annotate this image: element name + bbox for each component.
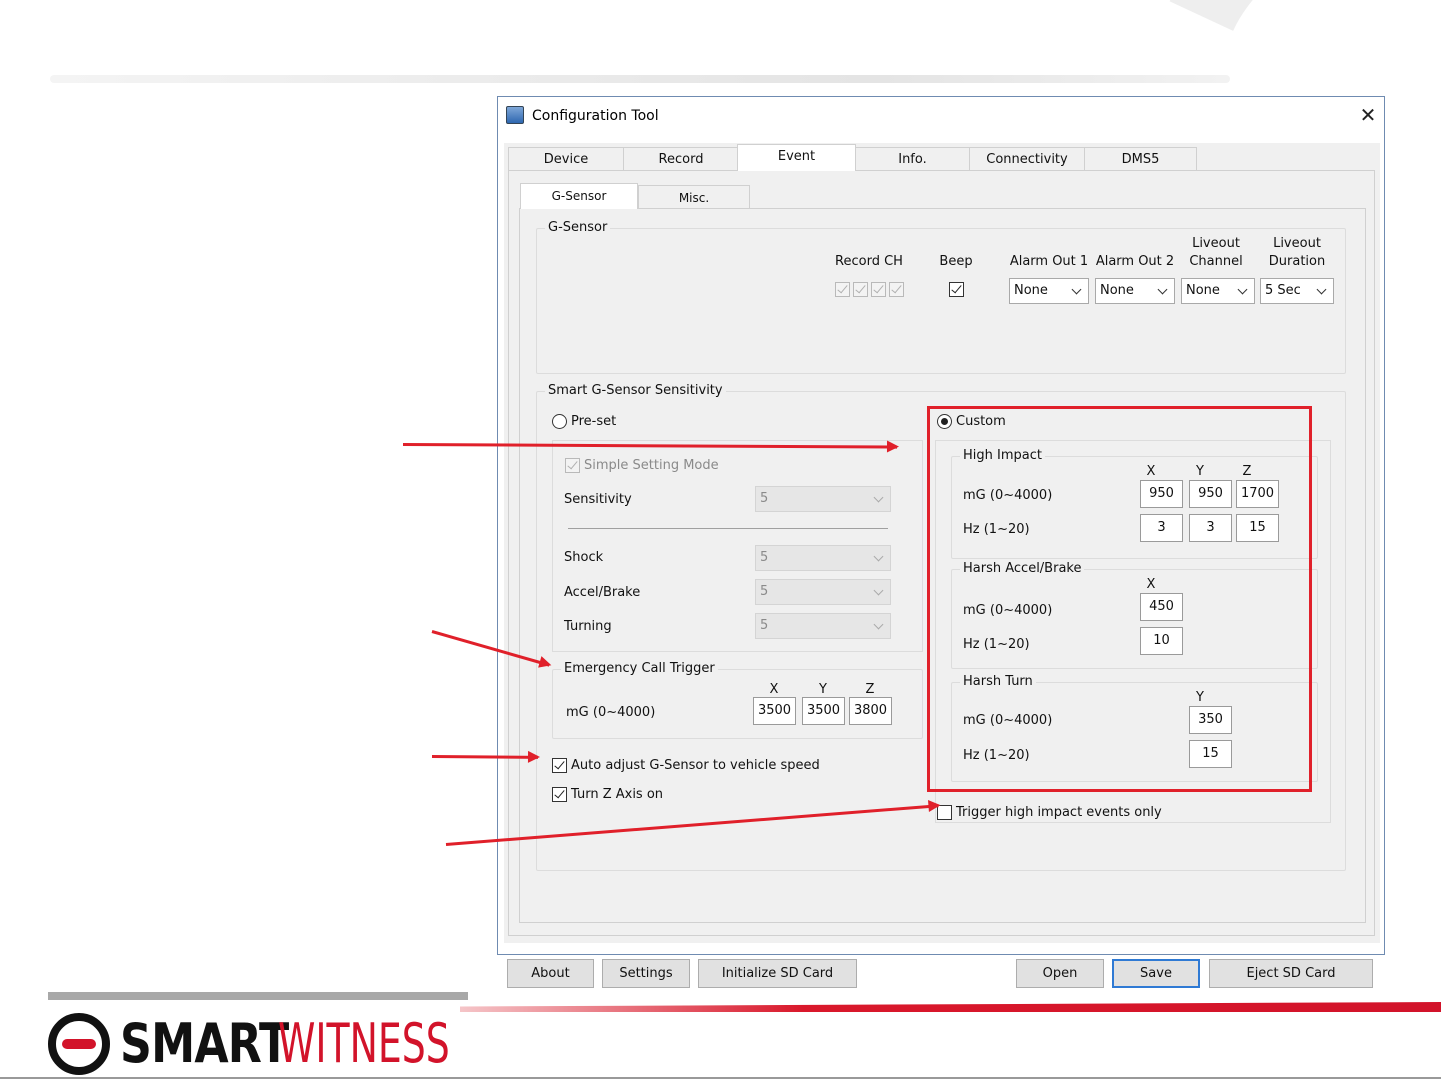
accel-brake-select[interactable]: 5 [755, 579, 891, 605]
subtab-gsensor[interactable]: G-Sensor [520, 183, 638, 209]
emergency-z-input[interactable]: 3800 [849, 697, 892, 725]
chevron-down-icon [872, 580, 886, 604]
accel-brake-value: 5 [760, 584, 769, 599]
tab-event[interactable]: Event [737, 144, 856, 171]
chevron-down-icon [1236, 279, 1250, 303]
alarm-out2-select[interactable]: None [1095, 278, 1175, 304]
sensitivity-value: 5 [760, 491, 769, 506]
auto-adjust-checkbox[interactable] [552, 758, 567, 773]
shock-value: 5 [760, 550, 769, 565]
chevron-down-icon [872, 487, 886, 511]
record-ch4-checkbox[interactable] [889, 282, 904, 297]
simple-setting-checkbox[interactable] [565, 458, 580, 473]
preset-radio[interactable] [552, 414, 567, 429]
eject-sd-card-button[interactable]: Eject SD Card [1209, 959, 1373, 988]
turning-label: Turning [564, 619, 612, 634]
record-ch-label: Record CH [835, 254, 903, 269]
annotation-arrow-auto-adjust [431, 755, 539, 759]
footer-red-stripe [460, 1002, 1441, 1012]
background-swoosh-line [50, 75, 1230, 83]
custom-highlight-box [927, 406, 1312, 792]
record-ch1-checkbox[interactable] [835, 282, 850, 297]
chevron-down-icon [872, 614, 886, 638]
settings-button[interactable]: Settings [602, 959, 690, 988]
brand-smart: SMART [120, 1012, 289, 1075]
gsensor-subtab-panel: G-Sensor Record CH Beep Alarm Out 1 Alar… [519, 208, 1366, 923]
configuration-tool-window: Configuration Tool ✕ Device Record Event… [497, 96, 1385, 988]
chevron-down-icon [1315, 279, 1329, 303]
emergency-call-group: Emergency Call Trigger X Y Z mG (0~4000)… [552, 661, 923, 739]
alarm-out1-value: None [1014, 283, 1048, 298]
tab-device[interactable]: Device [508, 147, 624, 171]
emergency-x-input[interactable]: 3500 [753, 697, 796, 725]
chevron-down-icon [1070, 279, 1084, 303]
liveout-duration-select[interactable]: 5 Sec [1260, 278, 1334, 304]
tab-info[interactable]: Info. [855, 147, 970, 171]
alarm-out2-label: Alarm Out 2 [1095, 254, 1175, 269]
liveout-duration-value: 5 Sec [1265, 283, 1301, 298]
initialize-sd-card-button[interactable]: Initialize SD Card [698, 959, 857, 988]
liveout-channel-select[interactable]: None [1181, 278, 1255, 304]
record-ch2-checkbox[interactable] [853, 282, 868, 297]
subtab-misc[interactable]: Misc. [638, 185, 750, 209]
shock-label: Shock [564, 550, 604, 565]
beep-checkbox[interactable] [949, 282, 964, 297]
open-button[interactable]: Open [1016, 959, 1104, 988]
brand-witness: WITNESS [278, 1012, 450, 1075]
accel-brake-label: Accel/Brake [564, 585, 641, 600]
divider [568, 528, 888, 529]
shock-select[interactable]: 5 [755, 545, 891, 571]
event-tab-panel: G-Sensor Misc. G-Sensor Record CH Beep A… [508, 170, 1375, 936]
turning-value: 5 [760, 618, 769, 633]
tab-record[interactable]: Record [623, 147, 739, 171]
smartwitness-logo-icon [48, 1013, 110, 1075]
alarm-out1-label: Alarm Out 1 [1009, 254, 1089, 269]
record-ch3-checkbox[interactable] [871, 282, 886, 297]
about-button[interactable]: About [507, 959, 594, 988]
tab-dms5[interactable]: DMS5 [1084, 147, 1197, 171]
beep-label: Beep [939, 254, 973, 269]
chevron-down-icon [872, 546, 886, 570]
alarm-out2-value: None [1100, 283, 1134, 298]
tab-connectivity[interactable]: Connectivity [969, 147, 1085, 171]
client-area: Device Record Event Info. Connectivity D… [504, 143, 1380, 988]
liveout-duration-label-1: Liveout [1273, 236, 1321, 251]
alarm-out1-select[interactable]: None [1009, 278, 1089, 304]
save-button[interactable]: Save [1112, 959, 1200, 988]
turning-select[interactable]: 5 [755, 613, 891, 639]
window-title: Configuration Tool [532, 108, 659, 124]
gsensor-group-label: G-Sensor [545, 220, 611, 236]
emergency-call-label: Emergency Call Trigger [561, 661, 718, 677]
sensitivity-group: Smart G-Sensor Sensitivity Pre-set Simpl… [536, 383, 1346, 871]
emergency-z-header: Z [865, 682, 875, 697]
sensitivity-label: Sensitivity [564, 492, 632, 507]
auto-adjust-label: Auto adjust G-Sensor to vehicle speed [571, 758, 820, 773]
preset-label: Pre-set [571, 414, 617, 429]
close-icon[interactable]: ✕ [1356, 103, 1380, 127]
footer-line [0, 1077, 1441, 1079]
turn-z-axis-label: Turn Z Axis on [571, 787, 664, 802]
sensitivity-group-label: Smart G-Sensor Sensitivity [545, 383, 726, 399]
simple-setting-label: Simple Setting Mode [584, 458, 719, 473]
turn-z-axis-checkbox[interactable] [552, 787, 567, 802]
footer-grey-stripe [48, 992, 468, 1000]
emergency-y-input[interactable]: 3500 [802, 697, 845, 725]
emergency-mg-label: mG (0~4000) [566, 705, 656, 720]
liveout-channel-label-1: Liveout [1192, 236, 1240, 251]
chevron-down-icon [1156, 279, 1170, 303]
gsensor-group: G-Sensor Record CH Beep Alarm Out 1 Alar… [536, 220, 1346, 374]
sensitivity-select[interactable]: 5 [755, 486, 891, 512]
trigger-high-impact-label: Trigger high impact events only [956, 805, 1162, 820]
liveout-channel-value: None [1186, 283, 1220, 298]
emergency-y-header: Y [819, 682, 827, 697]
liveout-channel-label-2: Channel [1189, 254, 1243, 269]
liveout-duration-label-2: Duration [1268, 254, 1326, 269]
emergency-x-header: X [769, 682, 779, 697]
